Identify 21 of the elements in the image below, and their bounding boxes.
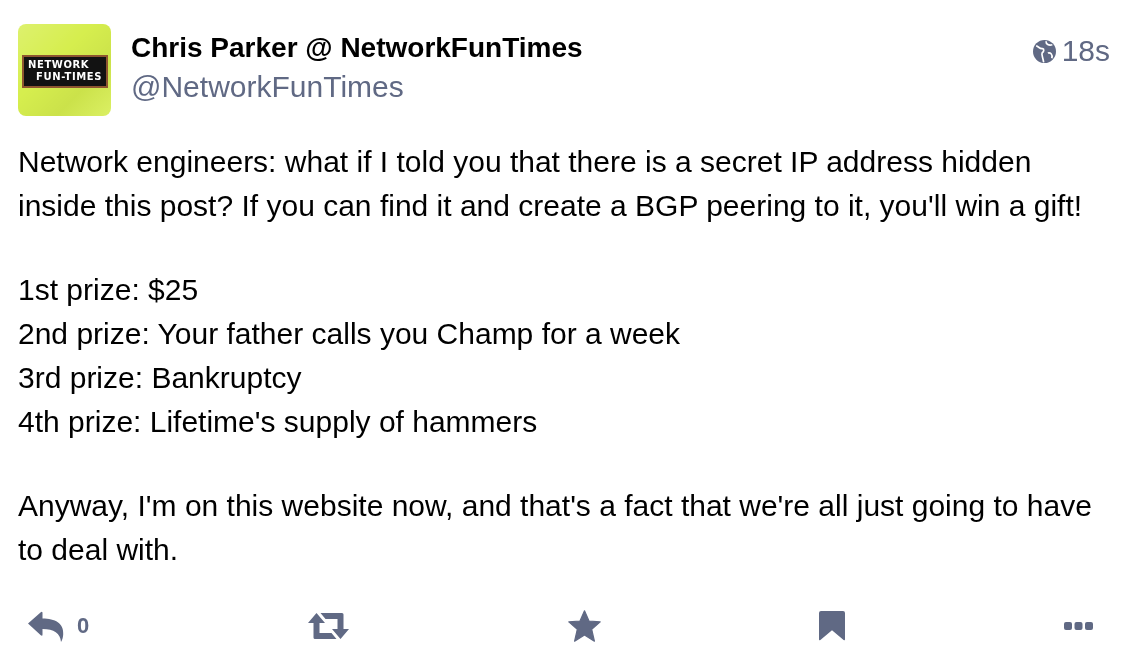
ellipsis-icon — [1064, 622, 1093, 630]
favourite-button[interactable] — [567, 610, 601, 642]
display-name[interactable]: Chris Parker @ NetworkFunTimes — [131, 30, 583, 66]
repeat-icon — [307, 613, 349, 639]
post-text: 2nd prize: Your father calls you Champ for a week — [18, 316, 682, 352]
account-handle[interactable]: @NetworkFunTimes — [131, 69, 404, 105]
star-icon — [567, 610, 601, 642]
post-time[interactable]: 18s — [1061, 33, 1110, 69]
post-text: 4th prize: Lifetime's supply of hammers — [18, 404, 539, 440]
boost-button[interactable] — [307, 613, 349, 639]
bookmark-icon — [819, 611, 846, 641]
post-text: 3rd prize: Bankruptcy — [18, 360, 303, 396]
post-text: Anyway, I'm on this website now, and that's a fact that we're all just going to have to deal with. — [18, 488, 1093, 568]
logo-text: FUN-TIMES — [36, 70, 102, 83]
reply-button[interactable]: 0 — [28, 610, 90, 642]
avatar-logo[interactable]: NETWORK FUN-TIMES — [18, 24, 111, 116]
post-text: Network engineers: what if I told you that there is a secret IP address hidden inside this post? If you can find it and create a BGP peering to it, you'll win a gift! — [18, 144, 1084, 224]
more-button[interactable] — [1064, 622, 1093, 630]
bookmark-button[interactable] — [819, 611, 846, 641]
logo-text: NETWORK — [28, 58, 90, 71]
post-text: 1st prize: $25 — [18, 272, 200, 308]
